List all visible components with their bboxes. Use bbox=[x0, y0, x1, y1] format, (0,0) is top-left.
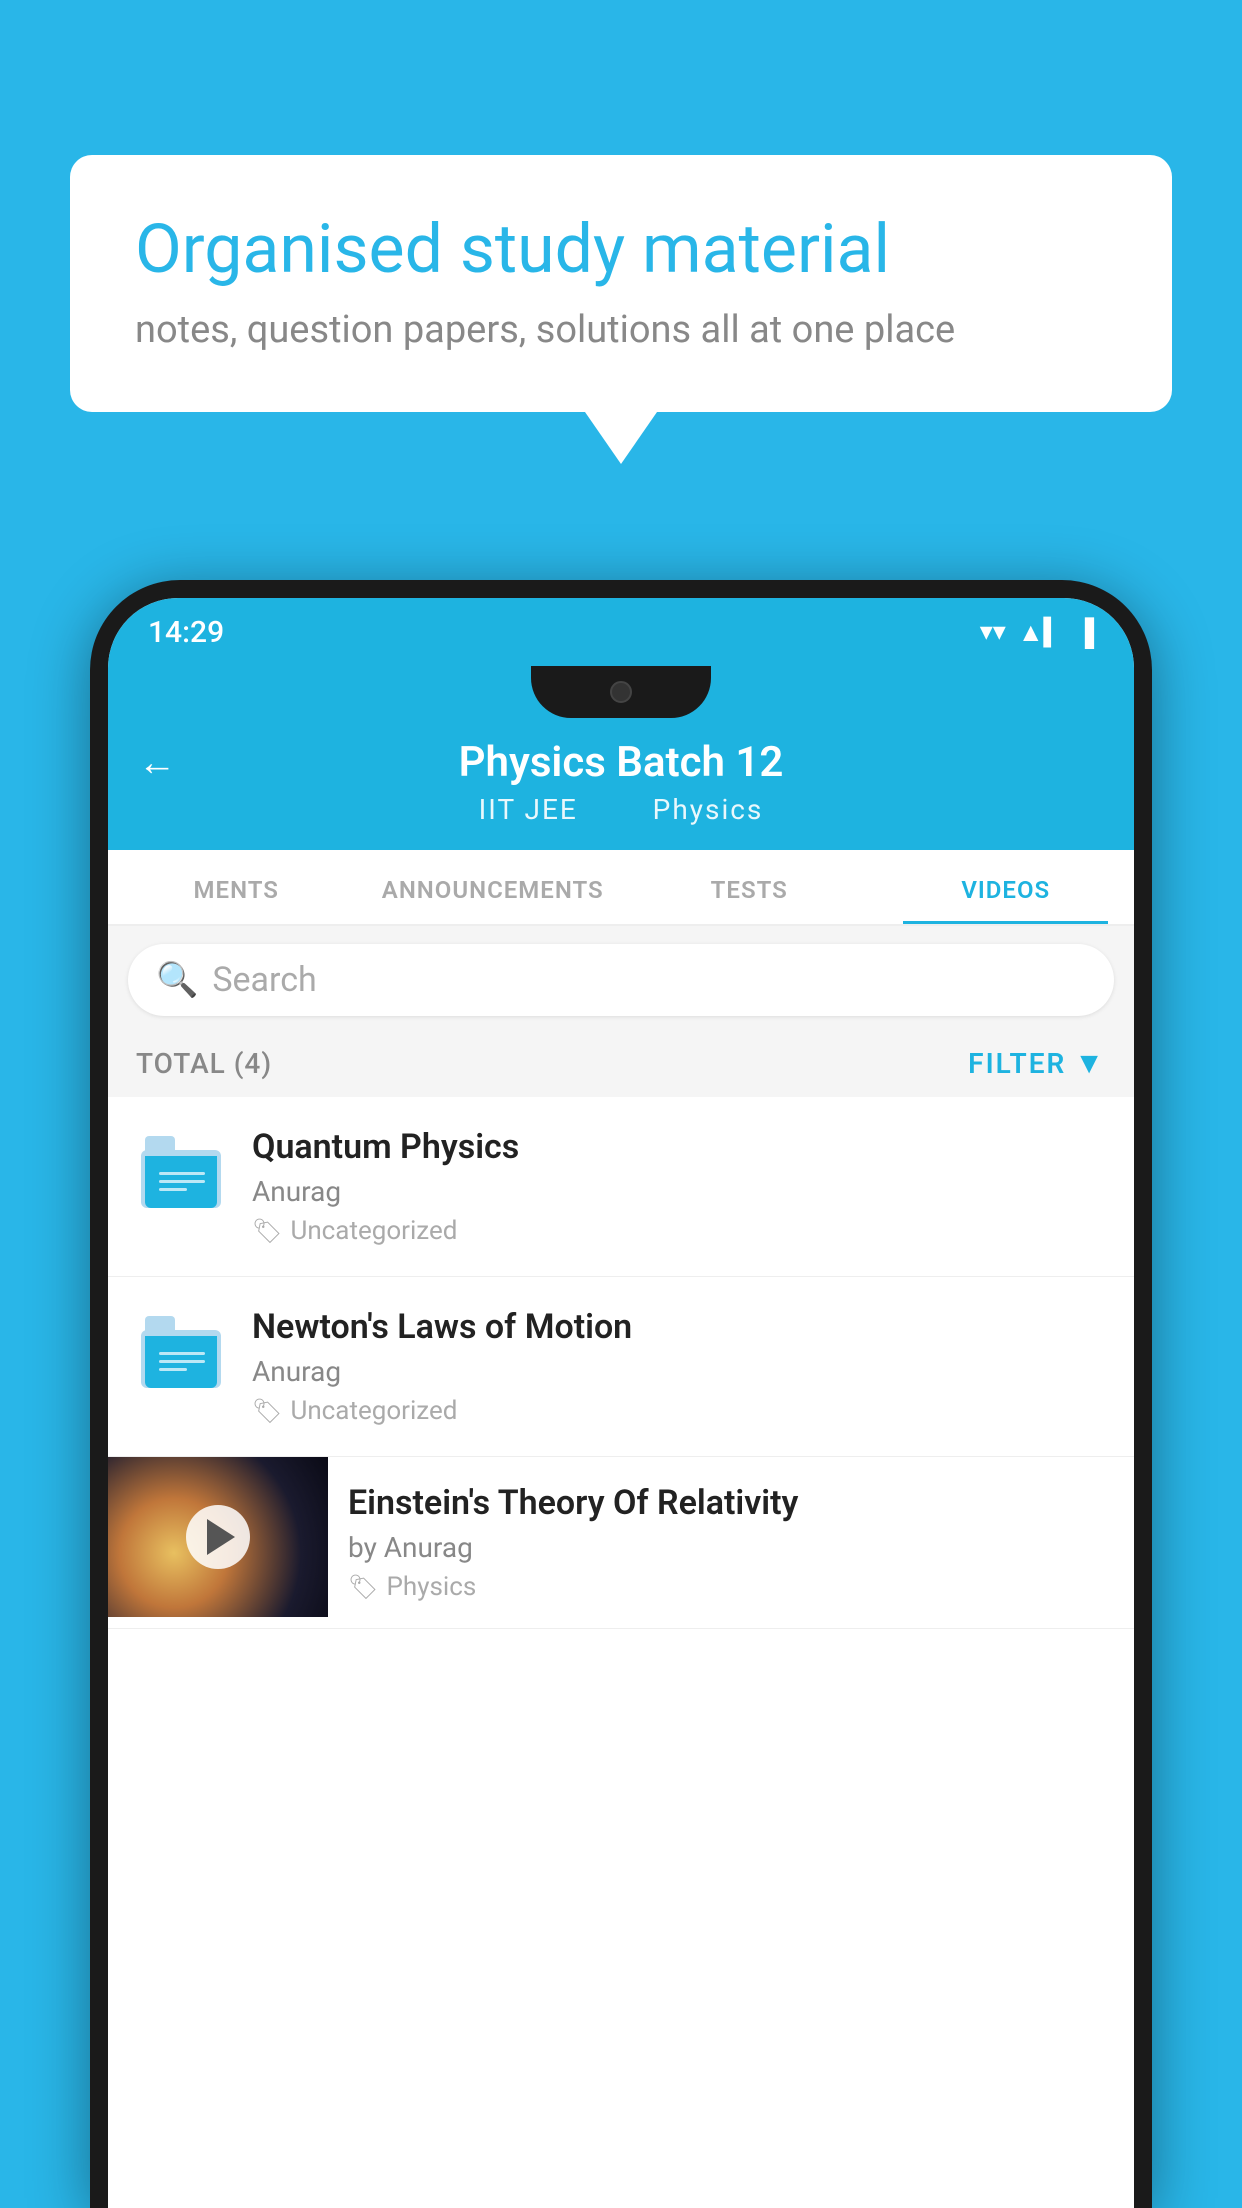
tag-label-einstein: Physics bbox=[386, 1572, 476, 1602]
signal-icon: ▲▍ bbox=[1018, 617, 1064, 648]
video-author-quantum: Anurag bbox=[252, 1175, 1106, 1208]
speech-bubble: Organised study material notes, question… bbox=[70, 155, 1172, 412]
status-icons: ▾▾ ▲▍ ▐ bbox=[980, 617, 1094, 648]
filter-bar: TOTAL (4) FILTER ▼ bbox=[108, 1034, 1134, 1097]
camera-dot bbox=[610, 681, 632, 703]
search-placeholder: Search bbox=[212, 960, 316, 1000]
video-author-newton: Anurag bbox=[252, 1355, 1106, 1388]
filter-icon: ▼ bbox=[1074, 1046, 1106, 1081]
filter-label: FILTER bbox=[968, 1047, 1066, 1080]
tag-icon-newton: 🏷 bbox=[252, 1397, 282, 1425]
speech-bubble-pointer bbox=[585, 412, 657, 464]
header-subtitle: IIT JEE Physics bbox=[138, 793, 1104, 826]
play-triangle-icon bbox=[207, 1519, 235, 1555]
tag-label-quantum: Uncategorized bbox=[290, 1216, 457, 1246]
back-button[interactable]: ← bbox=[138, 741, 176, 785]
speech-bubble-wrapper: Organised study material notes, question… bbox=[70, 155, 1172, 464]
thumbnail-bg bbox=[108, 1457, 328, 1617]
video-title-newton: Newton's Laws of Motion bbox=[252, 1307, 1106, 1347]
folder-icon-quantum bbox=[136, 1127, 226, 1217]
video-thumbnail-einstein bbox=[108, 1457, 328, 1617]
search-icon: 🔍 bbox=[156, 960, 198, 1000]
video-author-einstein: by Anurag bbox=[348, 1531, 1114, 1564]
subtitle-separator bbox=[611, 793, 629, 826]
tab-videos[interactable]: VIDEOS bbox=[878, 850, 1135, 924]
video-tag-einstein: 🏷 Physics bbox=[348, 1572, 1114, 1602]
status-bar: 14:29 ▾▾ ▲▍ ▐ bbox=[108, 598, 1134, 666]
content-list: Quantum Physics Anurag 🏷 Uncategorized bbox=[108, 1097, 1134, 2208]
tag-icon-quantum: 🏷 bbox=[252, 1217, 282, 1245]
video-item-newton[interactable]: Newton's Laws of Motion Anurag 🏷 Uncateg… bbox=[108, 1277, 1134, 1457]
video-item-quantum[interactable]: Quantum Physics Anurag 🏷 Uncategorized bbox=[108, 1097, 1134, 1277]
page-title: Physics Batch 12 bbox=[459, 738, 784, 787]
search-bar-wrapper: 🔍 Search bbox=[108, 926, 1134, 1034]
wifi-icon: ▾▾ bbox=[980, 617, 1006, 647]
subtitle-iitjee: IIT JEE bbox=[479, 793, 578, 826]
header-top: ← Physics Batch 12 bbox=[138, 738, 1104, 787]
subtitle-physics: Physics bbox=[653, 793, 764, 826]
phone-frame: 14:29 ▾▾ ▲▍ ▐ ← Physics Batch 12 IIT JEE… bbox=[90, 580, 1152, 2208]
video-title-quantum: Quantum Physics bbox=[252, 1127, 1106, 1167]
video-info-newton: Newton's Laws of Motion Anurag 🏷 Uncateg… bbox=[252, 1307, 1106, 1426]
folder-icon-newton bbox=[136, 1307, 226, 1397]
status-time: 14:29 bbox=[148, 615, 224, 650]
tag-label-newton: Uncategorized bbox=[290, 1396, 457, 1426]
notch-area bbox=[108, 666, 1134, 718]
speech-bubble-title: Organised study material bbox=[135, 210, 1107, 288]
video-tag-quantum: 🏷 Uncategorized bbox=[252, 1216, 1106, 1246]
tag-icon-einstein: 🏷 bbox=[348, 1573, 378, 1601]
video-title-einstein: Einstein's Theory Of Relativity bbox=[348, 1483, 1114, 1523]
total-count: TOTAL (4) bbox=[136, 1047, 272, 1080]
play-button-einstein[interactable] bbox=[186, 1505, 250, 1569]
video-tag-newton: 🏷 Uncategorized bbox=[252, 1396, 1106, 1426]
video-info-quantum: Quantum Physics Anurag 🏷 Uncategorized bbox=[252, 1127, 1106, 1246]
app-header: ← Physics Batch 12 IIT JEE Physics bbox=[108, 718, 1134, 850]
video-item-einstein[interactable]: Einstein's Theory Of Relativity by Anura… bbox=[108, 1457, 1134, 1629]
phone-screen: 14:29 ▾▾ ▲▍ ▐ ← Physics Batch 12 IIT JEE… bbox=[108, 598, 1134, 2208]
tab-announcements[interactable]: ANNOUNCEMENTS bbox=[365, 850, 622, 924]
notch bbox=[531, 666, 711, 718]
tabs-bar: MENTS ANNOUNCEMENTS TESTS VIDEOS bbox=[108, 850, 1134, 926]
tab-tests[interactable]: TESTS bbox=[621, 850, 878, 924]
video-info-einstein: Einstein's Theory Of Relativity by Anura… bbox=[328, 1457, 1134, 1628]
tab-ments[interactable]: MENTS bbox=[108, 850, 365, 924]
search-bar[interactable]: 🔍 Search bbox=[128, 944, 1114, 1016]
filter-button[interactable]: FILTER ▼ bbox=[968, 1046, 1106, 1081]
battery-icon: ▐ bbox=[1076, 617, 1094, 648]
speech-bubble-subtitle: notes, question papers, solutions all at… bbox=[135, 308, 1107, 352]
